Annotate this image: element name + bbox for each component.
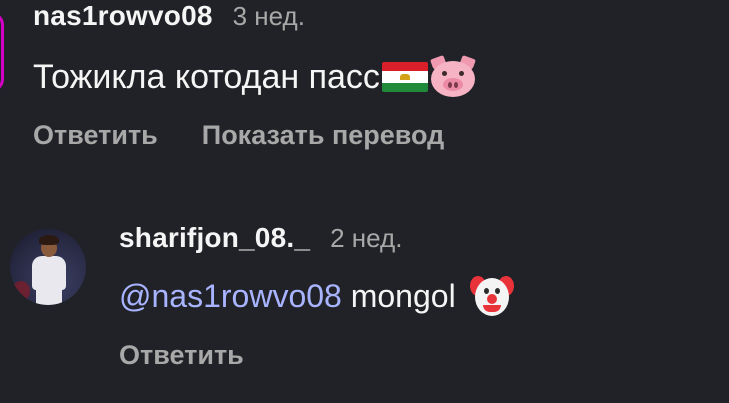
clown-face-emoji	[469, 274, 514, 318]
comment-time: 3 нед.	[232, 1, 305, 31]
comment-1: nas1rowvo08 3 нед. Тожикла котодан пасс …	[33, 0, 476, 151]
comment-username[interactable]: sharifjon_08._	[119, 222, 310, 254]
tajikistan-flag-emoji	[381, 62, 428, 92]
reply-button[interactable]: Ответить	[119, 340, 244, 371]
comment-time: 2 нед.	[330, 223, 403, 253]
reply-button[interactable]: Ответить	[33, 120, 158, 151]
show-translation-button[interactable]: Показать перевод	[202, 120, 445, 151]
comment-username[interactable]: nas1rowvo08	[33, 0, 213, 32]
comment-actions: Ответить	[119, 340, 514, 371]
comment-actions: Ответить Показать перевод	[33, 120, 476, 151]
comment-header: nas1rowvo08 3 нед.	[33, 0, 476, 32]
comment-2: sharifjon_08._ 2 нед. @nas1rowvo08 mongo…	[119, 222, 514, 371]
comment-body: mongol	[341, 277, 456, 314]
pig-face-emoji	[429, 55, 476, 98]
mention-link[interactable]: @nas1rowvo08	[119, 278, 342, 315]
avatar-story-ring[interactable]	[0, 12, 4, 92]
comment-text: @nas1rowvo08 mongol	[119, 274, 514, 318]
comment-text: Тожикла котодан пасс	[33, 55, 476, 98]
comment-body: Тожикла котодан пасс	[33, 57, 380, 96]
avatar[interactable]	[10, 229, 86, 305]
comment-header: sharifjon_08._ 2 нед.	[119, 222, 514, 254]
